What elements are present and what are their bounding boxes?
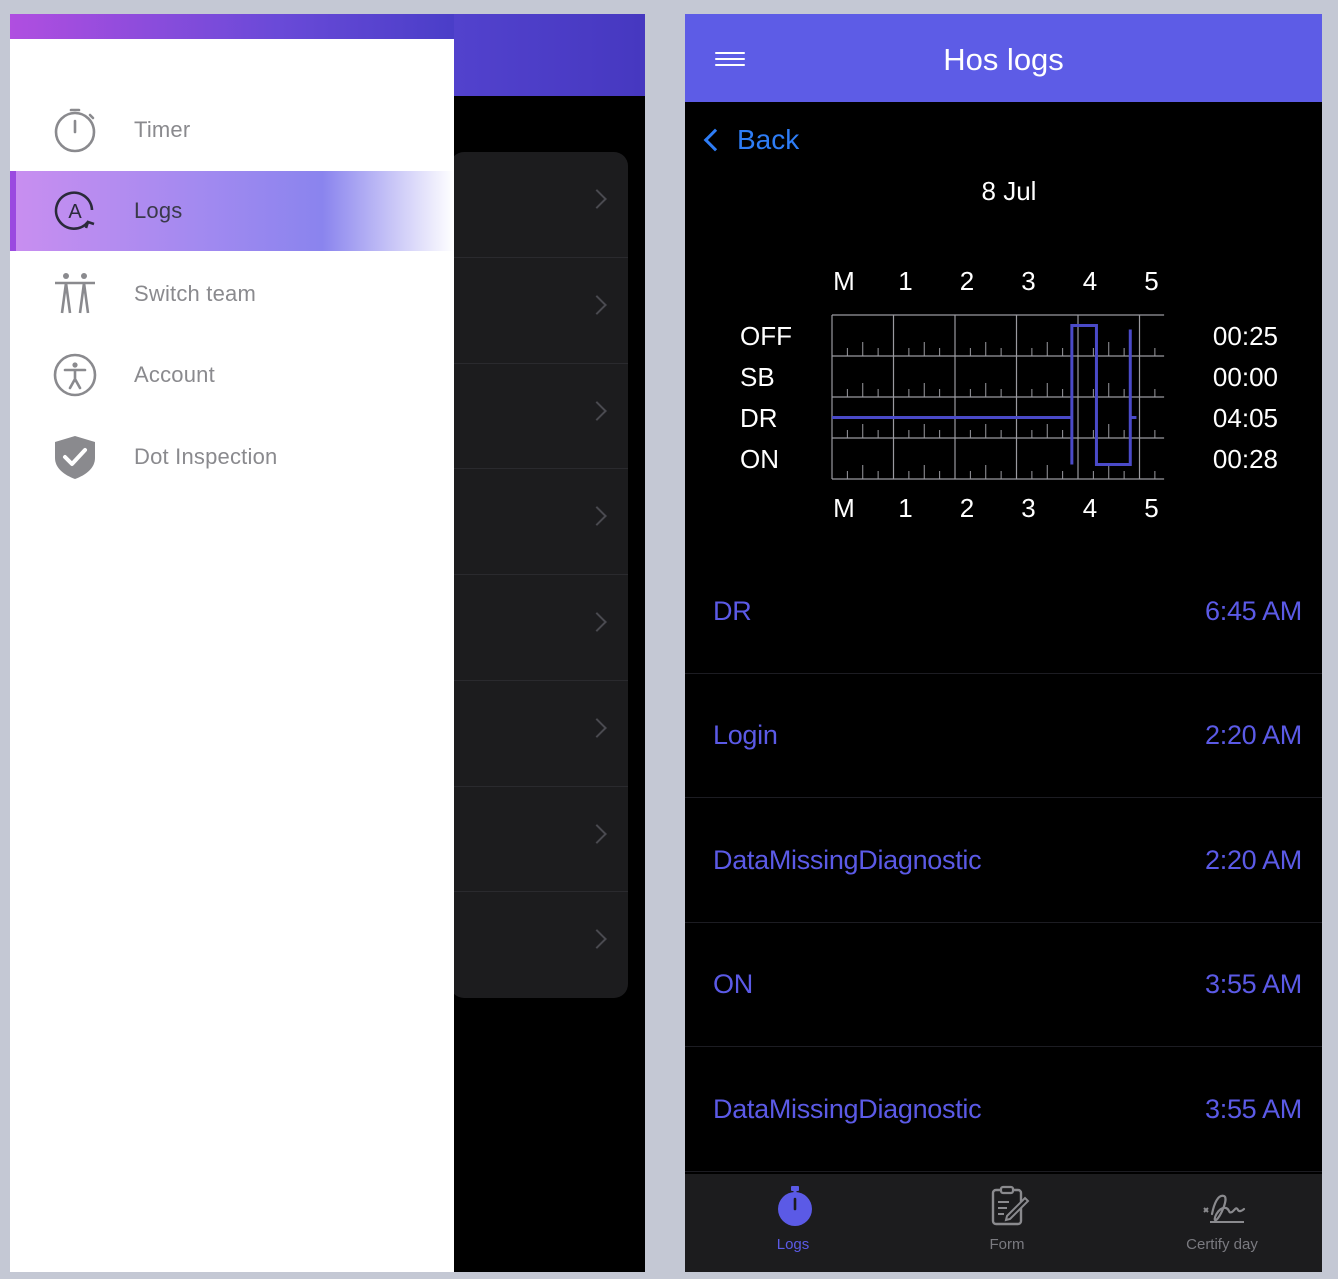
- status-total: 00:28: [1213, 444, 1278, 474]
- status-label: OFF: [740, 321, 792, 351]
- log-event-name: Login: [713, 720, 778, 750]
- log-row[interactable]: ON 3:55 AM: [685, 923, 1322, 1047]
- chevron-left-icon: [703, 128, 727, 152]
- log-event-name: ON: [713, 969, 753, 999]
- background-list: [450, 152, 628, 998]
- tab-certify-day[interactable]: Certify day: [1116, 1174, 1322, 1272]
- list-item: [450, 152, 628, 258]
- hour-labels-top: M 1 2 3 4 5: [833, 266, 1159, 296]
- chevron-right-icon: [587, 929, 607, 950]
- log-row[interactable]: DataMissingDiagnostic 3:55 AM: [685, 1048, 1322, 1172]
- status-labels: OFF SB DR ON: [740, 321, 792, 474]
- hos-duty-graph: M 1 2 3 4 5 OFF SB DR ON 00:25 00:00 04:05 00:28 M 1…: [740, 266, 1278, 523]
- log-event-time: 3:55 AM: [1205, 1094, 1302, 1124]
- back-button[interactable]: Back: [701, 120, 799, 160]
- log-row[interactable]: DataMissingDiagnostic 2:20 AM: [685, 799, 1322, 923]
- log-event-time: 2:20 AM: [1205, 845, 1302, 875]
- stopwatch-icon: [778, 1186, 812, 1226]
- tab-label: Logs: [776, 1236, 810, 1253]
- account-icon: [53, 353, 97, 397]
- menu-item-label: Dot Inspection: [134, 444, 278, 469]
- hour-label-bottom: 5: [1144, 493, 1158, 523]
- log-event-name: DR: [713, 596, 752, 626]
- log-event-time: 6:45 AM: [1205, 596, 1302, 626]
- right-phone-screen: Hos logs Back 8 Jul M 1 2 3 4 5 OFF SB DR ON 00:…: [685, 14, 1322, 1272]
- list-item: [450, 364, 628, 470]
- menu-item-label: Account: [134, 362, 215, 387]
- tab-bar: Logs Form Certify day: [685, 1174, 1322, 1272]
- status-label: SB: [740, 362, 775, 392]
- tab-label: Form: [989, 1236, 1025, 1253]
- svg-text:A: A: [68, 201, 82, 223]
- chevron-right-icon: [587, 717, 607, 738]
- hour-label-top: M: [833, 266, 855, 296]
- log-event-name: DataMissingDiagnostic: [713, 845, 982, 875]
- menu-item-timer[interactable]: Timer: [10, 90, 454, 170]
- log-event-time: 2:20 AM: [1205, 720, 1302, 750]
- list-item: [450, 469, 628, 575]
- hour-labels-bottom: M 1 2 3 4 5: [833, 493, 1159, 523]
- menu-item-label: Switch team: [134, 281, 257, 306]
- switch-team-icon: [55, 273, 95, 314]
- hour-label-top: 1: [898, 266, 912, 296]
- navigation-drawer: Timer A Logs Switch team Account Dot Ins…: [10, 14, 454, 1272]
- date-label: 8 Jul: [981, 176, 1037, 206]
- chevron-right-icon: [587, 823, 607, 844]
- status-total: 04:05: [1213, 403, 1278, 433]
- log-row[interactable]: DR 6:45 AM: [685, 550, 1322, 674]
- form-icon: [991, 1185, 1030, 1226]
- status-label: DR: [740, 403, 778, 433]
- list-item: [450, 575, 628, 681]
- menu-item-dot-inspection[interactable]: Dot Inspection: [10, 417, 454, 497]
- hour-label-bottom: M: [833, 493, 855, 523]
- menu-item-label: Logs: [134, 198, 183, 223]
- shield-check-icon: [55, 436, 95, 479]
- status-totals: 00:25 00:00 04:05 00:28: [1213, 321, 1278, 474]
- menu-item-switch-team[interactable]: Switch team: [10, 254, 454, 334]
- list-item: [450, 258, 628, 364]
- hour-label-top: 5: [1144, 266, 1158, 296]
- chevron-right-icon: [587, 400, 607, 421]
- log-event-time: 3:55 AM: [1205, 969, 1302, 999]
- hour-label-top: 3: [1021, 266, 1035, 296]
- tab-label: Certify day: [1186, 1236, 1258, 1253]
- status-label: ON: [740, 444, 779, 474]
- menu-item-account[interactable]: Account: [10, 335, 454, 415]
- status-total: 00:00: [1213, 362, 1278, 392]
- list-item: [450, 892, 628, 998]
- hour-label-top: 2: [960, 266, 974, 296]
- chevron-right-icon: [587, 612, 607, 632]
- log-event-name: DataMissingDiagnostic: [713, 1094, 982, 1124]
- chevron-right-icon: [587, 294, 607, 315]
- left-phone-screen: Timer A Logs Switch team Account Dot Ins…: [10, 14, 645, 1272]
- signature-icon: [1203, 1194, 1246, 1223]
- tab-form[interactable]: Form: [901, 1174, 1113, 1272]
- graph-grid: [831, 314, 1165, 480]
- chevron-right-icon: [587, 189, 607, 209]
- logs-icon: A: [54, 191, 95, 230]
- status-total: 00:25: [1213, 321, 1278, 351]
- list-item: [450, 787, 628, 893]
- tab-logs[interactable]: Logs: [687, 1174, 899, 1272]
- hour-label-bottom: 1: [898, 493, 912, 523]
- timer-icon: [54, 108, 96, 153]
- hour-label-bottom: 4: [1083, 493, 1097, 523]
- drawer-top-bar: [10, 14, 454, 39]
- list-item: [450, 681, 628, 787]
- hour-label-bottom: 3: [1021, 493, 1035, 523]
- log-row[interactable]: Login 2:20 AM: [685, 674, 1322, 798]
- app-header: Hos logs: [685, 14, 1322, 102]
- back-label: Back: [737, 124, 800, 155]
- menu-item-logs[interactable]: A Logs: [10, 171, 454, 251]
- hour-label-top: 4: [1083, 266, 1097, 296]
- hour-label-bottom: 2: [960, 493, 974, 523]
- menu-item-label: Timer: [134, 117, 191, 142]
- page-title: Hos logs: [943, 42, 1064, 77]
- chevron-right-icon: [587, 506, 607, 527]
